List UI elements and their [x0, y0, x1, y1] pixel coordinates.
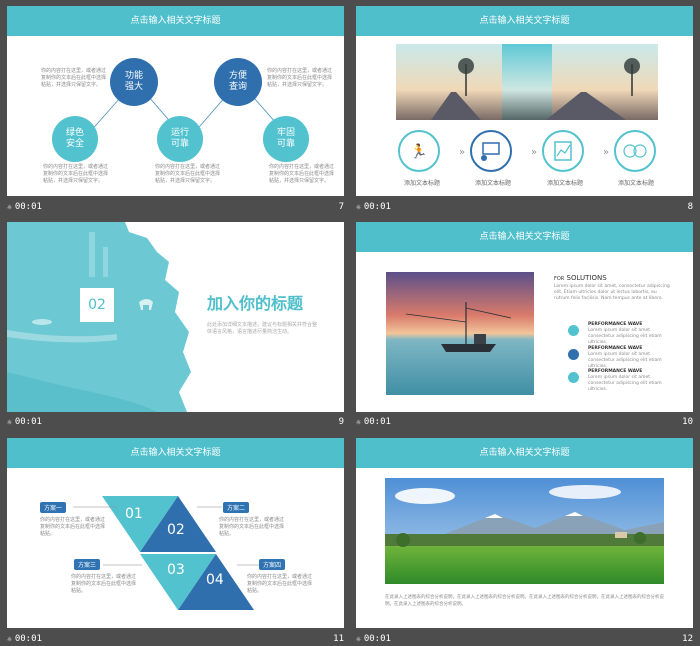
node-safe: 绿色 安全 [52, 116, 98, 162]
slide-9[interactable]: 02 加入你的标题 此处添加详细文本描述，建议与标题相关并符合整体语言风格，语言… [7, 222, 344, 412]
landscape-photo [385, 478, 664, 584]
plan-tag-1: 方案一 [40, 502, 67, 513]
clock-icon: ☼ [356, 417, 361, 427]
desc-1: 你的内容打在这里，或者通过复制你的文本后在此框中选择粘贴，并选择只保留文字。 [41, 68, 107, 88]
section-badge: 02 [80, 288, 114, 322]
slide-number: 7 [338, 202, 344, 212]
slide-8[interactable]: 点击输入相关文字标题 🏃 » » » 添加文本标题 添加文本标题 添加文本标题 … [356, 6, 693, 196]
process-icons: 🏃 » » » [398, 130, 656, 172]
clock-icon: ☼ [356, 634, 361, 644]
slide-7-meta: ☼ 00:01 7 [7, 200, 344, 214]
bullet-dot [568, 325, 579, 336]
desc-5: 你的内容打在这里，或者通过复制你的文本后在此框中选择粘贴，并选择只保留文字。 [269, 164, 335, 184]
plan-tag-3: 方案三 [74, 559, 101, 570]
step-label: 添加文本标题 [547, 180, 584, 187]
svg-text:»: » [603, 147, 609, 158]
slide-time: 00:01 [14, 634, 42, 644]
step-label: 添加文本标题 [475, 180, 512, 187]
slide-11[interactable]: 点击输入相关文字标题 01 02 03 04 方案一 方案二 方案三 方案四 你… [7, 438, 344, 628]
currency-icon [614, 130, 656, 172]
item-title: PERFORMANCE WAVE [588, 369, 643, 374]
desc-3: 你的内容打在这里，或者通过复制你的文本后在此框中选择粘贴，并选择只保留文字。 [43, 164, 109, 184]
slide-time: 00:01 [14, 417, 42, 427]
slide-number: 9 [338, 417, 344, 427]
slide-time: 00:01 [363, 634, 391, 644]
slide-title: 点击输入相关文字标题 [356, 222, 693, 252]
clock-icon: ☼ [356, 202, 361, 212]
item-title: PERFORMANCE WAVE [588, 346, 643, 351]
plan-desc: 你的内容打在这里，或者通过复制你的文本后在此框中选择粘贴。 [247, 574, 313, 594]
slide-title: 点击输入相关文字标题 [356, 438, 693, 468]
item-text: Lorem ipsum dolor sit amet consectetur a… [588, 352, 662, 369]
slide-time: 00:01 [14, 202, 42, 212]
slide-time: 00:01 [363, 202, 391, 212]
bullet-dot [568, 372, 579, 383]
boat-photo [386, 272, 534, 395]
desc-4: 你的内容打在这里，或者通过复制你的文本后在此框中选择粘贴，并选择只保留文字。 [155, 164, 221, 184]
slide-number: 12 [682, 634, 693, 644]
plan-desc: 你的内容打在这里，或者通过复制你的文本后在此框中选择粘贴。 [71, 574, 137, 594]
step-label: 添加文本标题 [404, 180, 441, 187]
slide-12-meta: ☼ 00:01 12 [356, 632, 693, 646]
slide-11-meta: ☼ 00:01 11 [7, 632, 344, 646]
svg-text:»: » [531, 147, 537, 158]
road-photo [396, 44, 658, 120]
item-text: Lorem ipsum dolor sit amet consectetur a… [588, 328, 662, 345]
slide-number: 8 [687, 202, 693, 212]
plan-desc: 你的内容打在这里，或者通过复制你的文本后在此框中选择粘贴。 [40, 517, 106, 537]
node-solid: 牢固 可靠 [263, 116, 309, 162]
plan-tag-2: 方案二 [223, 502, 250, 513]
node-reliable: 运行 可靠 [157, 116, 203, 162]
plan-desc: 你的内容打在这里，或者通过复制你的文本后在此框中选择粘贴。 [219, 517, 285, 537]
clock-icon: ☼ [7, 202, 12, 212]
slide-8-meta: ☼ 00:01 8 [356, 200, 693, 214]
presenter-icon [470, 130, 512, 172]
plan-tag-4: 方案四 [259, 559, 286, 570]
for-label: FOR [554, 276, 565, 282]
slide-title: 点击输入相关文字标题 [356, 6, 693, 36]
node-query: 方便 查询 [214, 58, 262, 106]
svg-text:»: » [459, 147, 465, 158]
slide-number: 10 [682, 417, 693, 427]
clock-icon: ☼ [7, 417, 12, 427]
solutions-label: SOLUTIONS [566, 274, 607, 282]
bullet-dot [568, 349, 579, 360]
solutions-intro: Lorem ipsum dolor sit amet, consectetur … [554, 284, 670, 301]
slide-7[interactable]: 点击输入相关文字标题 功能 强大 方便 查询 绿色 安全 运行 可靠 牢固 可靠… [7, 6, 344, 196]
slide-time: 00:01 [363, 417, 391, 427]
node-function: 功能 强大 [110, 58, 158, 106]
item-text: Lorem ipsum dolor sit amet consectetur a… [588, 375, 662, 392]
item-title: PERFORMANCE WAVE [588, 322, 643, 327]
analysis-text: 在此录入上述图表的综合分析说明，在此录入上述图表的综合分析说明。在此录入上述图表… [385, 595, 664, 607]
section-body: 此处添加详细文本描述，建议与标题相关并符合整体语言风格，语言描述尽量简洁生动。 [207, 322, 318, 335]
slide-12[interactable]: 点击输入相关文字标题 在此录入上述图表的综合分析说明，在此录入上述图表的综合分析… [356, 438, 693, 628]
desc-2: 你的内容打在这里，或者通过复制你的文本后在此框中选择粘贴，并选择只保留文字。 [267, 68, 333, 88]
slide-10-meta: ☼ 00:01 10 [356, 415, 693, 429]
solutions-title: FOR SOLUTIONS [554, 274, 607, 282]
slide-number: 11 [333, 634, 344, 644]
clock-icon: ☼ [7, 634, 12, 644]
section-heading: 加入你的标题 [207, 294, 304, 313]
svg-text:🏃: 🏃 [410, 143, 427, 160]
slide-10[interactable]: 点击输入相关文字标题 FOR SOLUTIONS Lorem ipsum dol… [356, 222, 693, 412]
step-label: 添加文本标题 [618, 180, 655, 187]
slide-9-meta: ☼ 00:01 9 [7, 415, 344, 429]
